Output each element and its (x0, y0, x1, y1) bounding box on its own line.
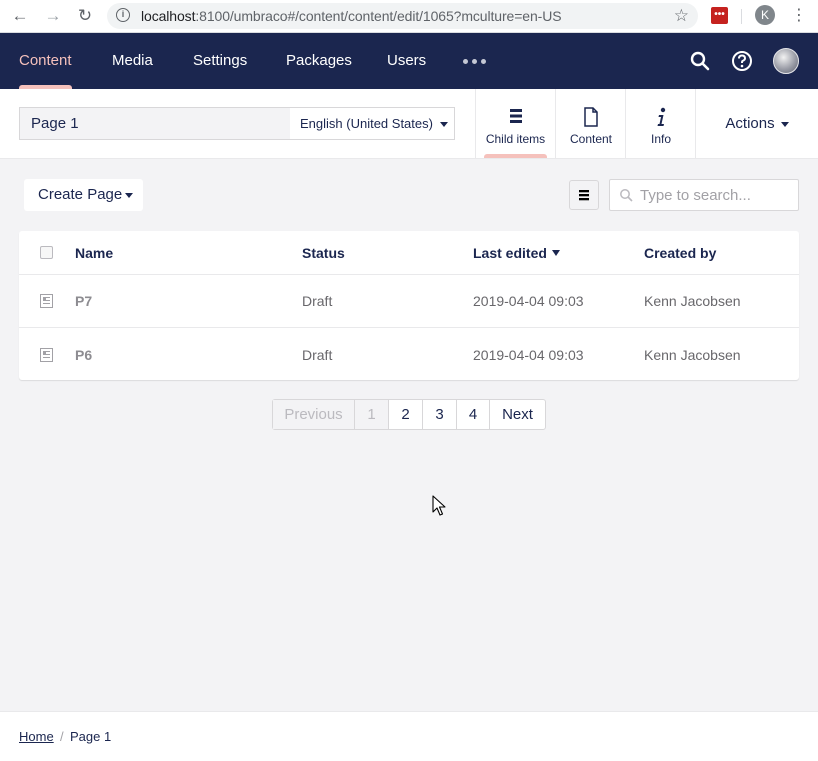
user-avatar[interactable] (773, 33, 799, 89)
node-name-group: Page 1 English (United States) (19, 107, 455, 140)
section-content[interactable]: Content (19, 33, 72, 89)
column-header-last-edited[interactable]: Last edited (473, 231, 560, 274)
search-icon (619, 188, 633, 207)
search-input[interactable] (640, 180, 795, 210)
bookmark-star-icon[interactable]: ☆ (674, 6, 689, 26)
actions-button[interactable]: Actions (695, 89, 818, 158)
create-page-button[interactable]: Create Page (24, 179, 143, 211)
info-icon (626, 107, 696, 127)
browser-toolbar: ← → ↻ i localhost:8100/umbraco#/content/… (0, 0, 818, 33)
document-icon[interactable] (40, 328, 53, 381)
table-row[interactable]: P7 Draft 2019-04-04 09:03 Kenn Jacobsen (19, 275, 799, 328)
node-name-input[interactable]: Page 1 (20, 108, 290, 139)
page-3-button[interactable]: 3 (422, 400, 456, 429)
row-created-by: Kenn Jacobsen (644, 293, 741, 309)
row-name-link[interactable]: P6 (75, 328, 92, 381)
chevron-down-icon (439, 122, 448, 128)
row-created-by: Kenn Jacobsen (644, 346, 741, 363)
section-packages[interactable]: Packages (286, 33, 352, 89)
browser-menu-icon[interactable]: ⋮ (791, 6, 807, 26)
mouse-cursor-icon (432, 495, 446, 522)
chevron-down-icon (780, 121, 789, 127)
column-header-created-by[interactable]: Created by (644, 231, 716, 274)
table-header-row: Name Status Last edited Created by (19, 231, 799, 275)
more-sections-icon[interactable] (463, 59, 486, 64)
document-icon[interactable] (40, 275, 53, 327)
sort-descending-icon (551, 249, 560, 256)
document-icon (556, 107, 626, 127)
toolbar-divider (741, 9, 742, 24)
child-items-table: Name Status Last edited Created by P7 Dr… (19, 231, 799, 380)
top-navigation: Content Media Settings Packages Users (0, 33, 818, 89)
site-info-icon[interactable]: i (116, 8, 130, 22)
row-last-edited: 2019-04-04 09:03 (473, 293, 584, 309)
back-arrow-icon[interactable]: ← (10, 6, 30, 26)
page-1-button[interactable]: 1 (354, 400, 388, 429)
row-status: Draft (302, 346, 333, 363)
breadcrumb-home-link[interactable]: Home (19, 729, 54, 744)
tab-content-label: Content (569, 132, 613, 146)
search-icon[interactable] (688, 33, 712, 89)
address-bar[interactable]: i localhost:8100/umbraco#/content/conten… (107, 3, 698, 29)
pagination: Previous 1 2 3 4 Next (272, 399, 546, 430)
next-page-button[interactable]: Next (489, 400, 545, 429)
tab-content[interactable]: Content (555, 89, 626, 158)
page-4-button[interactable]: 4 (456, 400, 489, 429)
column-header-name[interactable]: Name (75, 231, 113, 274)
help-icon[interactable] (730, 33, 754, 89)
url-text[interactable]: localhost:8100/umbraco#/content/content/… (141, 8, 562, 24)
row-last-edited: 2019-04-04 09:03 (473, 346, 584, 363)
tab-info[interactable]: Info (625, 89, 696, 158)
section-media[interactable]: Media (112, 33, 153, 89)
editor-header: Page 1 English (United States) Child ite… (0, 89, 818, 159)
previous-page-button[interactable]: Previous (273, 400, 354, 429)
page-2-button[interactable]: 2 (388, 400, 422, 429)
list-icon (476, 107, 555, 127)
breadcrumb-separator: / (60, 729, 64, 744)
section-users[interactable]: Users (387, 33, 426, 89)
tab-info-label: Info (650, 132, 671, 146)
row-name-link[interactable]: P7 (75, 275, 92, 327)
tab-child-items-label: Child items (485, 132, 546, 146)
search-field (609, 179, 799, 211)
extension-icon[interactable]: ••• (711, 7, 728, 24)
profile-avatar[interactable]: K (755, 5, 775, 25)
chevron-down-icon (125, 192, 134, 198)
section-settings[interactable]: Settings (193, 33, 247, 89)
forward-arrow-icon[interactable]: → (43, 6, 63, 26)
layout-toggle-button[interactable] (569, 180, 599, 210)
table-row[interactable]: P6 Draft 2019-04-04 09:03 Kenn Jacobsen (19, 328, 799, 381)
breadcrumb: Home / Page 1 (0, 711, 818, 761)
row-status: Draft (302, 293, 333, 309)
reload-icon[interactable]: ↻ (75, 6, 95, 26)
column-header-status[interactable]: Status (302, 231, 345, 274)
select-all-checkbox[interactable] (40, 231, 53, 274)
tab-child-items[interactable]: Child items (475, 89, 555, 158)
list-icon (579, 190, 589, 201)
breadcrumb-current: Page 1 (70, 729, 112, 744)
culture-dropdown[interactable]: English (United States) (290, 108, 454, 139)
